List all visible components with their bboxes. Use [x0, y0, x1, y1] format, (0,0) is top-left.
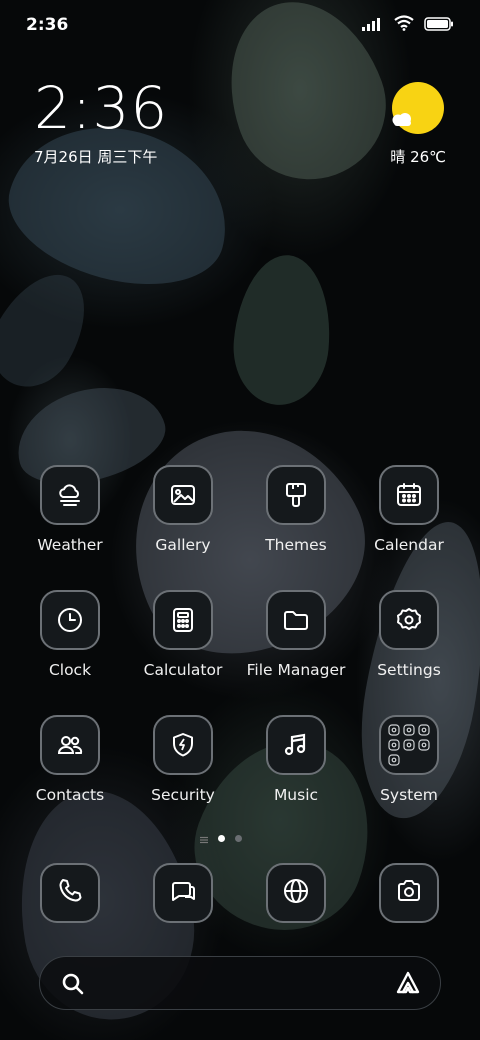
status-time: 2:36 — [26, 15, 69, 35]
app-contacts[interactable]: Contacts — [14, 715, 126, 804]
app-label: Contacts — [35, 786, 105, 804]
gallery-icon — [153, 465, 213, 525]
folder-grid-icon — [379, 715, 439, 775]
app-calendar[interactable]: Calendar — [353, 465, 465, 554]
shield-icon — [153, 715, 213, 775]
dock-camera[interactable] — [379, 863, 439, 923]
messages-icon — [169, 877, 197, 909]
search-icon[interactable] — [60, 971, 86, 1001]
app-label: Weather — [37, 536, 103, 554]
app-system-folder[interactable]: System — [353, 715, 465, 804]
weather-icon — [40, 465, 100, 525]
page-dot-active — [218, 835, 225, 842]
signal-icon — [362, 16, 384, 35]
status-bar: 2:36 — [0, 0, 480, 50]
status-icons — [362, 14, 454, 36]
app-calculator[interactable]: Calculator — [127, 590, 239, 679]
search-bar[interactable] — [39, 956, 441, 1010]
clock-widget-date[interactable]: 7月26日 周三下午 — [34, 146, 157, 167]
calculator-icon — [153, 590, 213, 650]
app-music[interactable]: Music — [240, 715, 352, 804]
page-list-icon — [200, 829, 208, 848]
dock-browser[interactable] — [266, 863, 326, 923]
camera-icon — [395, 877, 423, 909]
weather-widget[interactable]: 晴 26℃ — [386, 82, 446, 172]
clock-icon — [40, 590, 100, 650]
app-label: Calculator — [143, 661, 223, 679]
app-label: Security — [151, 786, 215, 804]
app-file-manager[interactable]: File Manager — [240, 590, 352, 679]
folder-icon — [266, 590, 326, 650]
brush-icon — [266, 465, 326, 525]
app-label: Calendar — [374, 536, 444, 554]
phone-icon — [56, 877, 84, 909]
app-clock[interactable]: Clock — [14, 590, 126, 679]
dock-messages[interactable] — [153, 863, 213, 923]
app-themes[interactable]: Themes — [240, 465, 352, 554]
app-label: Music — [273, 786, 319, 804]
assistant-icon[interactable] — [394, 970, 422, 1002]
page-indicator[interactable] — [200, 829, 242, 848]
contacts-icon — [40, 715, 100, 775]
sunny-cloud-icon — [392, 82, 444, 134]
wifi-icon — [394, 15, 414, 35]
app-label: Gallery — [155, 536, 211, 554]
music-note-icon — [266, 715, 326, 775]
app-weather[interactable]: Weather — [14, 465, 126, 554]
app-label: Themes — [265, 536, 327, 554]
page-dot — [235, 835, 242, 842]
weather-condition-temp: 晴 26℃ — [390, 148, 446, 166]
app-label: File Manager — [246, 661, 346, 679]
app-label: Settings — [377, 661, 441, 679]
calendar-icon — [379, 465, 439, 525]
app-label: Clock — [48, 661, 92, 679]
dock-phone[interactable] — [40, 863, 100, 923]
app-label: System — [380, 786, 438, 804]
app-settings[interactable]: Settings — [353, 590, 465, 679]
app-gallery[interactable]: Gallery — [127, 465, 239, 554]
browser-globe-icon — [282, 877, 310, 909]
app-security[interactable]: Security — [127, 715, 239, 804]
clock-widget-time[interactable]: 2:36 — [34, 74, 168, 142]
gear-icon — [379, 590, 439, 650]
battery-icon — [424, 16, 454, 35]
